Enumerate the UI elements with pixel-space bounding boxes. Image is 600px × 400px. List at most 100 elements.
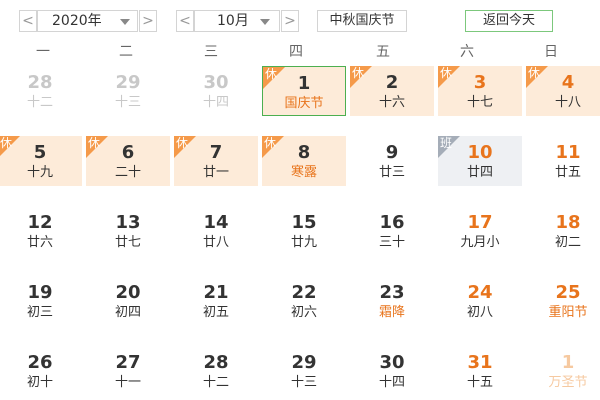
lunar-date: 初五 <box>202 305 229 320</box>
month-select[interactable]: 10月 <box>194 10 280 32</box>
day-cell[interactable]: 休 6 二十 <box>86 136 170 186</box>
day-number: 14 <box>203 212 229 233</box>
lunar-date: 二十 <box>114 165 141 180</box>
day-cell[interactable]: 28 十二 <box>0 66 82 116</box>
day-cell[interactable]: 30 十四 <box>174 66 258 116</box>
lunar-date: 廿七 <box>114 235 141 250</box>
lunar-date: 十三 <box>114 95 141 110</box>
lunar-date: 霜降 <box>378 305 405 320</box>
day-number: 7 <box>209 142 223 163</box>
day-number: 3 <box>473 72 487 93</box>
day-number: 27 <box>115 352 141 373</box>
day-number: 18 <box>555 212 581 233</box>
year-select-value: 2020年 <box>52 13 102 29</box>
day-cell[interactable]: 31 十五 <box>438 346 522 396</box>
lunar-date: 廿三 <box>378 165 405 180</box>
day-cell[interactable]: 休 1 国庆节 <box>262 66 346 116</box>
lunar-date: 十二 <box>26 95 53 110</box>
lunar-date: 十九 <box>26 165 53 180</box>
day-cell[interactable]: 休 5 十九 <box>0 136 82 186</box>
day-cell[interactable]: 休 3 十七 <box>438 66 522 116</box>
weekday-label: 二 <box>119 44 133 60</box>
day-number: 5 <box>33 142 47 163</box>
day-number: 2 <box>385 72 399 93</box>
lunar-date: 初四 <box>114 305 141 320</box>
day-number: 21 <box>203 282 229 303</box>
day-number: 26 <box>27 352 53 373</box>
day-cell[interactable]: 29 十三 <box>86 66 170 116</box>
day-cell[interactable]: 休 7 廿一 <box>174 136 258 186</box>
day-cell[interactable]: 休 4 十八 <box>526 66 600 116</box>
day-number: 19 <box>27 282 53 303</box>
lunar-date: 十四 <box>378 375 405 390</box>
day-cell[interactable]: 20 初四 <box>86 276 170 326</box>
day-number: 10 <box>467 142 493 163</box>
next-month-button[interactable]: > <box>281 10 299 32</box>
day-number: 28 <box>27 72 53 93</box>
day-number: 30 <box>203 72 229 93</box>
day-cell[interactable]: 班 10 廿四 <box>438 136 522 186</box>
day-cell[interactable]: 24 初八 <box>438 276 522 326</box>
back-to-today-button[interactable]: 返回今天 <box>465 10 553 32</box>
day-cell[interactable]: 14 廿八 <box>174 206 258 256</box>
day-number: 12 <box>27 212 53 233</box>
month-select-value: 10月 <box>217 13 249 29</box>
day-cell[interactable]: 12 廿六 <box>0 206 82 256</box>
day-cell[interactable]: 19 初三 <box>0 276 82 326</box>
prev-month-button[interactable]: < <box>176 10 194 32</box>
weekday-label: 四 <box>289 44 303 60</box>
day-cell[interactable]: 13 廿七 <box>86 206 170 256</box>
lunar-date: 寒露 <box>290 165 317 180</box>
lunar-date: 重阳节 <box>548 305 588 320</box>
day-cell[interactable]: 16 三十 <box>350 206 434 256</box>
day-cell[interactable]: 25 重阳节 <box>526 276 600 326</box>
day-number: 4 <box>561 72 575 93</box>
day-cell[interactable]: 9 廿三 <box>350 136 434 186</box>
day-cell[interactable]: 17 九月小 <box>438 206 522 256</box>
day-cell[interactable]: 18 初二 <box>526 206 600 256</box>
lunar-date: 九月小 <box>460 235 500 250</box>
lunar-date: 十七 <box>466 95 493 110</box>
day-number: 29 <box>291 352 317 373</box>
day-cell[interactable]: 1 万圣节 <box>526 346 600 396</box>
day-cell[interactable]: 21 初五 <box>174 276 258 326</box>
lunar-date: 国庆节 <box>284 96 324 111</box>
day-number: 22 <box>291 282 317 303</box>
day-cell[interactable]: 11 廿五 <box>526 136 600 186</box>
lunar-date: 廿一 <box>202 165 229 180</box>
day-number: 6 <box>121 142 135 163</box>
day-cell[interactable]: 26 初十 <box>0 346 82 396</box>
day-cell[interactable]: 28 十二 <box>174 346 258 396</box>
weekday-label: 日 <box>544 44 558 60</box>
day-number: 25 <box>555 282 581 303</box>
year-select[interactable]: 2020年 <box>37 10 138 32</box>
day-cell[interactable]: 30 十四 <box>350 346 434 396</box>
day-number: 24 <box>467 282 493 303</box>
chevron-down-icon <box>260 19 270 25</box>
lunar-date: 廿四 <box>466 165 493 180</box>
next-year-button[interactable]: > <box>139 10 157 32</box>
day-cell[interactable]: 23 霜降 <box>350 276 434 326</box>
lunar-date: 廿八 <box>202 235 229 250</box>
lunar-date: 十四 <box>202 95 229 110</box>
lunar-date: 三十 <box>378 235 405 250</box>
lunar-date: 十一 <box>114 375 141 390</box>
day-number: 30 <box>379 352 405 373</box>
lunar-date: 十二 <box>202 375 229 390</box>
prev-year-button[interactable]: < <box>19 10 37 32</box>
day-cell[interactable]: 22 初六 <box>262 276 346 326</box>
lunar-date: 廿五 <box>554 165 581 180</box>
lunar-date: 万圣节 <box>548 375 588 390</box>
day-number: 28 <box>203 352 229 373</box>
day-cell[interactable]: 29 十三 <box>262 346 346 396</box>
lunar-date: 廿六 <box>26 235 53 250</box>
day-cell[interactable]: 休 2 十六 <box>350 66 434 116</box>
lunar-date: 初十 <box>26 375 53 390</box>
weekday-label: 一 <box>36 44 50 60</box>
day-cell[interactable]: 27 十一 <box>86 346 170 396</box>
day-number: 8 <box>297 142 311 163</box>
holiday-select[interactable]: 中秋国庆节 <box>317 10 407 32</box>
day-number: 9 <box>385 142 399 163</box>
day-cell[interactable]: 15 廿九 <box>262 206 346 256</box>
day-cell[interactable]: 休 8 寒露 <box>262 136 346 186</box>
